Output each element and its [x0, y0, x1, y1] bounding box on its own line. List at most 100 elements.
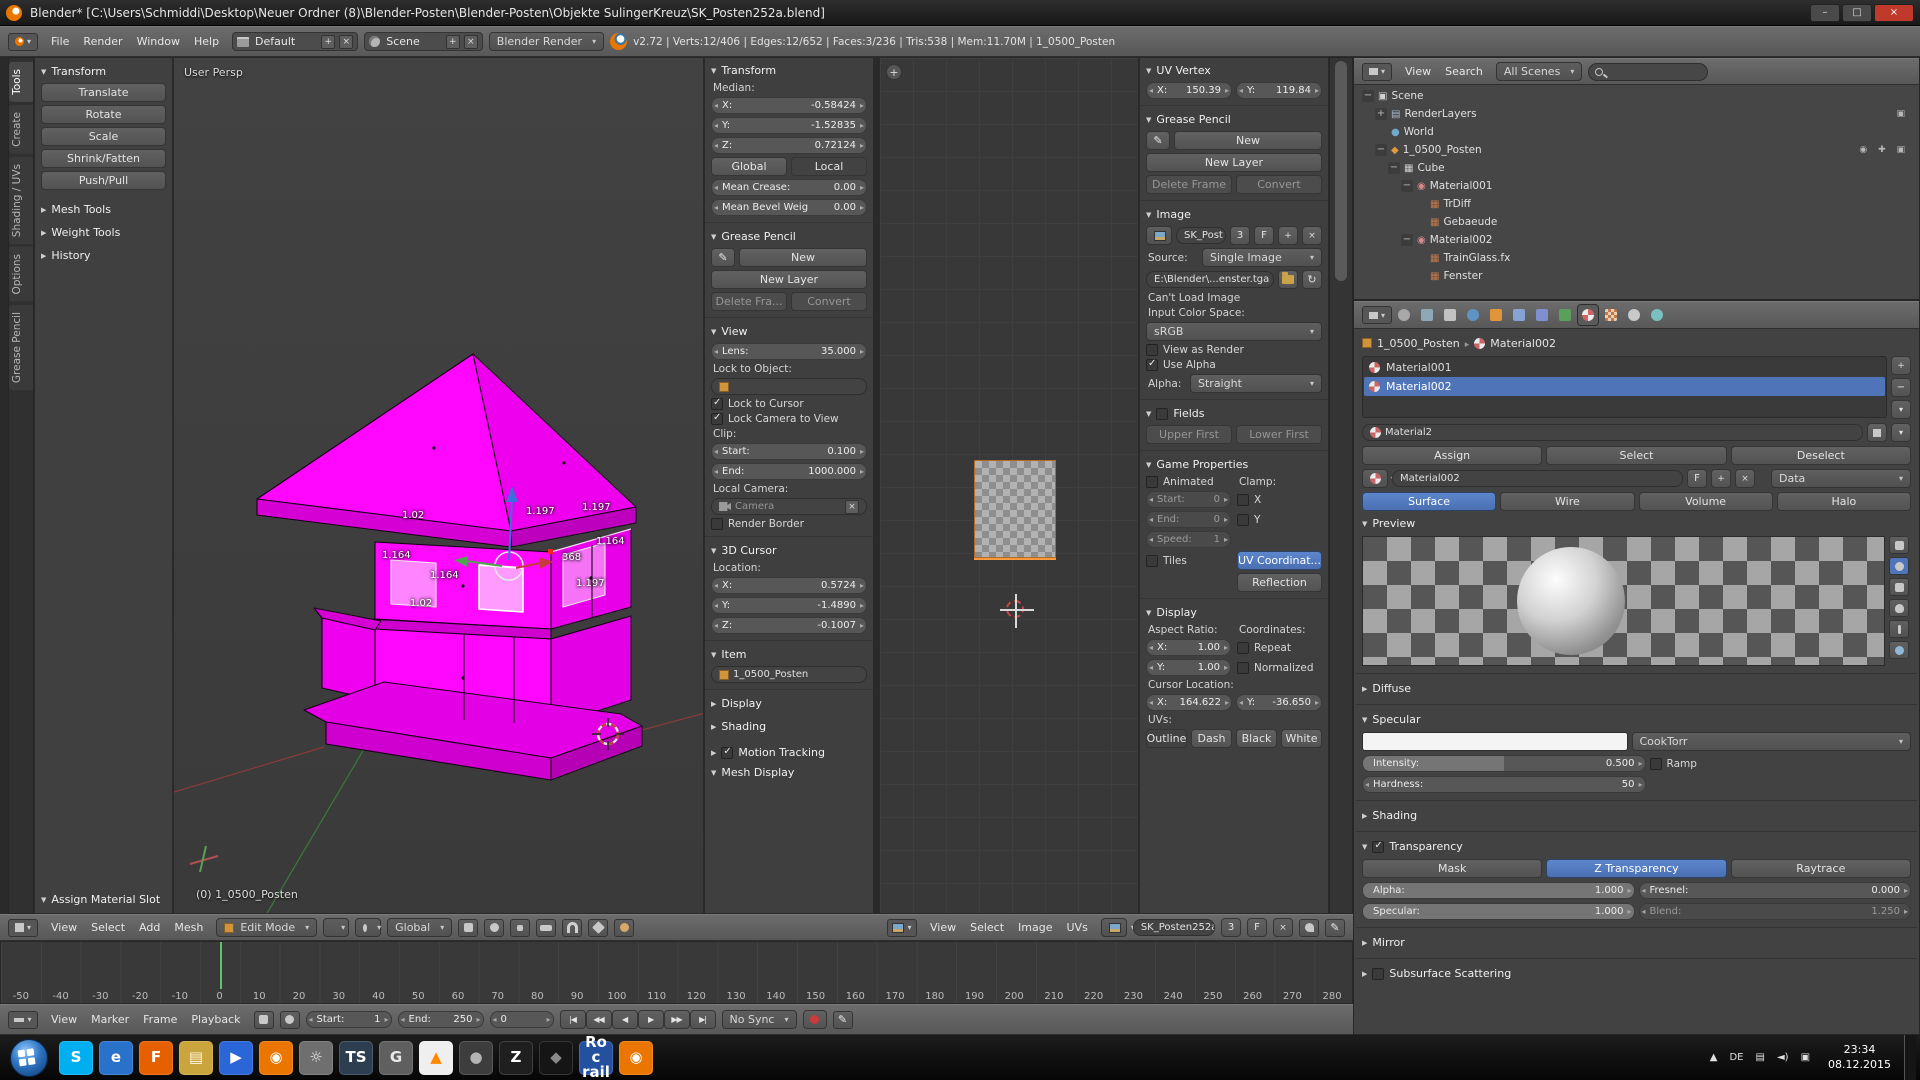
menu-item[interactable]: View: [44, 1011, 84, 1028]
tab-object-icon[interactable]: [1486, 305, 1506, 325]
use-alpha-checkbox[interactable]: [1146, 359, 1158, 371]
sss-checkbox[interactable]: [1372, 968, 1384, 980]
image-users-button[interactable]: 3: [1230, 226, 1250, 245]
uv-black-toggle[interactable]: Black: [1236, 729, 1277, 748]
expand-toggle-icon[interactable]: −: [1362, 90, 1374, 102]
open-file-button[interactable]: [1278, 270, 1298, 289]
menu-item[interactable]: View: [1398, 63, 1438, 80]
add-layout-button[interactable]: [321, 35, 335, 49]
playback-button[interactable]: ◀◀: [586, 1010, 612, 1029]
scrollbar-thumb[interactable]: [1335, 61, 1347, 281]
tiles-checkbox[interactable]: [1146, 555, 1158, 567]
render-engine-select[interactable]: Blender Render: [489, 32, 604, 51]
expand-toggle-icon[interactable]: [1414, 270, 1426, 282]
uv-dash-toggle[interactable]: Dash: [1191, 729, 1232, 748]
panel-header-motion-tracking[interactable]: Motion Tracking: [711, 744, 867, 761]
menu-item[interactable]: View: [923, 919, 963, 936]
gp-new-button[interactable]: New: [739, 248, 867, 267]
outliner-row[interactable]: − ▦ Cube: [1358, 159, 1915, 177]
maximize-button[interactable]: □: [1842, 4, 1872, 22]
panel-header-shading[interactable]: Shading: [1362, 807, 1911, 824]
expand-toggle-icon[interactable]: −: [1388, 162, 1400, 174]
mode-select[interactable]: Edit Mode: [216, 918, 317, 937]
outliner-row[interactable]: ▦ Gebaeude: [1358, 213, 1915, 231]
copy-datablock-icon[interactable]: [1867, 423, 1887, 442]
view3d-editor-type-icon[interactable]: [8, 919, 38, 937]
image-source-select[interactable]: Single Image: [1202, 248, 1322, 267]
specular-shader-select[interactable]: CookTorr: [1632, 732, 1912, 751]
transform-orientation-select[interactable]: Global: [387, 918, 452, 937]
menu-item[interactable]: View: [44, 919, 84, 936]
local-camera-field[interactable]: Camera: [711, 498, 867, 515]
taskbar-app-dark-icon[interactable]: ◆: [539, 1041, 573, 1075]
frame-start-field[interactable]: Start:1: [306, 1011, 392, 1028]
transparency-checkbox[interactable]: [1372, 841, 1384, 853]
editor-type-icon[interactable]: [8, 33, 38, 51]
outliner-row[interactable]: − ▣ Scene: [1358, 87, 1915, 105]
tray-icon[interactable]: ▲: [1705, 1052, 1723, 1063]
outliner-search-input[interactable]: [1588, 63, 1708, 81]
menu-item[interactable]: Render: [76, 33, 129, 50]
tab-render-icon[interactable]: [1394, 305, 1414, 325]
panel-header-view[interactable]: View: [711, 323, 867, 340]
fresnel-field[interactable]: Fresnel:0.000: [1639, 882, 1912, 899]
show-desktop-button[interactable]: [1904, 1035, 1916, 1080]
frame-end-field[interactable]: End:250: [398, 1011, 484, 1028]
mean-crease-field[interactable]: Mean Crease:0.00: [711, 179, 867, 196]
image-name-field[interactable]: SK_Posten252a_Fe...: [1133, 919, 1215, 936]
taskbar-skype-icon[interactable]: S: [59, 1041, 93, 1075]
clamp-x-checkbox[interactable]: [1237, 494, 1249, 506]
z-transparency-toggle[interactable]: Z Transparency: [1546, 859, 1726, 878]
clip-end-field[interactable]: End:1000.000: [711, 463, 867, 480]
gp-new-layer-button[interactable]: New Layer: [711, 270, 867, 289]
blender-app-icon[interactable]: [6, 5, 22, 21]
playback-button[interactable]: ◀: [612, 1010, 638, 1029]
outliner-item-label[interactable]: Scene: [1391, 90, 1423, 102]
panel-header[interactable]: Shading: [711, 718, 867, 735]
panel-header-game-properties[interactable]: Game Properties: [1146, 456, 1322, 473]
uv-editor-type-icon[interactable]: [887, 919, 917, 937]
cursor-x-field[interactable]: X:0.5724: [711, 577, 867, 594]
tab-scene-icon[interactable]: [1440, 305, 1460, 325]
taskbar-gimp-icon[interactable]: G: [379, 1041, 413, 1075]
uv-x-field[interactable]: X:150.39: [1146, 82, 1232, 99]
select-button[interactable]: Select: [1546, 446, 1726, 465]
type-halo-toggle[interactable]: Halo: [1777, 492, 1911, 511]
playback-button[interactable]: ▶▶: [664, 1010, 690, 1029]
global-toggle[interactable]: Global: [711, 157, 787, 176]
raytrace-toggle[interactable]: Raytrace: [1731, 859, 1911, 878]
preview-cube-icon[interactable]: [1889, 578, 1909, 596]
edit-image-icon[interactable]: [1325, 919, 1345, 937]
snap-toggle[interactable]: [562, 919, 582, 937]
tool-button[interactable]: Scale: [41, 127, 166, 146]
viewport-3d-canvas[interactable]: User Persp (0) 1_0500_Posten 1.021.1641.…: [173, 57, 704, 914]
panel-header-specular[interactable]: Specular: [1362, 711, 1911, 728]
outliner-item-label[interactable]: Cube: [1417, 162, 1444, 174]
gp-convert-button[interactable]: Convert: [791, 292, 867, 311]
fields-checkbox[interactable]: [1156, 408, 1168, 420]
manipulator-rotate-icon[interactable]: [484, 919, 504, 937]
gp-convert-button[interactable]: Convert: [1236, 175, 1322, 194]
median-y-field[interactable]: Y:-1.52835: [711, 117, 867, 134]
tray-icon[interactable]: ▤: [1751, 1052, 1770, 1063]
start-button[interactable]: [10, 1039, 48, 1077]
upper-first-toggle[interactable]: Upper First: [1146, 425, 1232, 444]
expand-toggle-icon[interactable]: [1414, 216, 1426, 228]
menu-item[interactable]: Image: [1011, 919, 1059, 936]
gp-delete-frame-button[interactable]: Delete Fra...: [711, 292, 787, 311]
unlink-image-button[interactable]: [1273, 918, 1293, 937]
preview-range-icon[interactable]: [254, 1011, 274, 1029]
manipulator-translate-icon[interactable]: [458, 919, 478, 937]
lens-field[interactable]: Lens:35.000: [711, 343, 867, 360]
operator-panel-header[interactable]: Assign Material Slot: [41, 891, 166, 908]
outliner-item-label[interactable]: TrainGlass.fx: [1443, 252, 1510, 264]
delete-scene-button[interactable]: [464, 35, 478, 49]
cursor-y-field[interactable]: Y:-1.4890: [711, 597, 867, 614]
tool-button[interactable]: Translate: [41, 83, 166, 102]
preview-flat-icon[interactable]: [1889, 536, 1909, 554]
image-users-button[interactable]: 3: [1221, 918, 1241, 937]
median-z-field[interactable]: Z:0.72124: [711, 137, 867, 154]
taskbar-blender-icon[interactable]: ◉: [259, 1041, 293, 1075]
breadcrumb-material[interactable]: Material002: [1490, 337, 1556, 350]
panel-header[interactable]: History: [41, 247, 166, 264]
